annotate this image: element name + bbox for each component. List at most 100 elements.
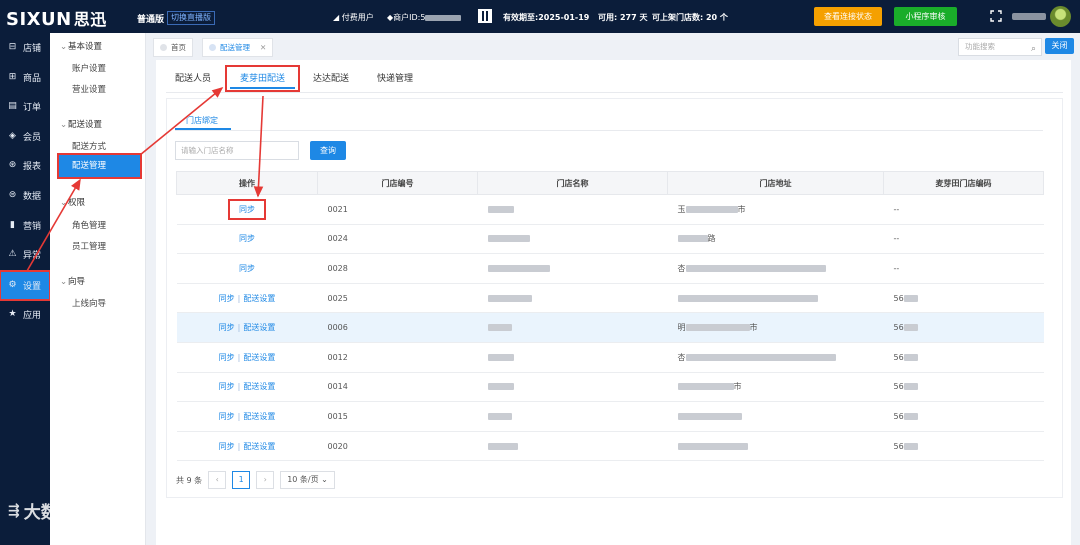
star-icon: ★ (8, 309, 17, 319)
watermark: ⇶ 大数跨境 (8, 502, 92, 524)
subnav-item-business[interactable]: 营业设置 (72, 83, 106, 95)
miniapp-review-button[interactable]: 小程序审核 (894, 7, 957, 26)
subnav-group-permissions[interactable]: ⌄权限 (60, 196, 85, 208)
sync-link[interactable]: 同步 (219, 382, 235, 391)
store-address: 明市 (667, 312, 884, 343)
store-name-input[interactable]: 请输入门店名称 (175, 141, 299, 160)
col-maiyatian-code: 麦芽田门店编码 (883, 171, 1044, 195)
top-bar: SIXUN 思迅 普通版 切换直播版 ◢ 付费用户 ◆商户ID:5 有效期至:20… (0, 0, 1080, 33)
subnav-item-launch-guide[interactable]: 上线向导 (72, 297, 106, 309)
tab-home[interactable]: 首页 (153, 38, 193, 57)
order-icon: ▤ (8, 101, 17, 111)
maiyatian-code: -- (883, 194, 1044, 225)
sync-link[interactable]: 同步 (219, 353, 235, 362)
subnav-group-basic[interactable]: ⌄基本设置 (60, 40, 102, 52)
qrcode-icon[interactable] (478, 9, 492, 23)
sidebar-item-apps[interactable]: ★ 应用 (0, 301, 50, 328)
maiyatian-code: -- (883, 253, 1044, 284)
logo: SIXUN 思迅 (6, 9, 107, 30)
pagination: 共 9 条 ‹ 1 › 10 条/页 ⌄ (176, 471, 335, 489)
page-size-select[interactable]: 10 条/页 ⌄ (280, 471, 335, 489)
tab-express-management[interactable]: 快递管理 (377, 71, 413, 84)
warning-icon: ⚠ (8, 249, 17, 259)
store-address: 路 (667, 224, 884, 255)
chevron-down-icon: ⌄ (60, 198, 68, 208)
store-name (477, 253, 668, 284)
delivery-settings-link[interactable]: 配送设置 (243, 294, 275, 303)
sidebar-item-reports[interactable]: ⊛ 报表 (0, 152, 50, 179)
maiyatian-code: 56 (883, 342, 1044, 373)
function-search-input[interactable]: 功能搜索 ⌕ (958, 38, 1042, 56)
sidebar-item-orders[interactable]: ▤ 订单 (0, 93, 50, 120)
store-quota: 可上架门店数: 20 个 (652, 13, 728, 22)
maiyatian-code: -- (883, 224, 1044, 255)
sync-link[interactable]: 同步 (219, 442, 235, 451)
sidebar-item-store[interactable]: ⊟ 店铺 (0, 34, 50, 61)
subnav-item-staff[interactable]: 员工管理 (72, 240, 106, 252)
chevron-down-icon: ⌄ (60, 277, 68, 287)
subtab-divider (175, 130, 1043, 131)
close-tabs-button[interactable]: 关闭 (1045, 38, 1074, 54)
page-1-button[interactable]: 1 (232, 471, 251, 489)
subnav-item-roles[interactable]: 角色管理 (72, 219, 106, 231)
content-panel: 配送人员 麦芽田配送 达达配送 快递管理 门店绑定 请输入门店名称 查询 操作 … (156, 60, 1071, 545)
subnav-group-guide[interactable]: ⌄向导 (60, 275, 85, 287)
delivery-settings-link[interactable]: 配送设置 (243, 353, 275, 362)
sync-link[interactable]: 同步 (219, 294, 235, 303)
store-code: 0014 (317, 372, 478, 403)
delivery-settings-link[interactable]: 配送设置 (243, 412, 275, 421)
search-icon[interactable]: ⌕ (1031, 41, 1036, 57)
sidebar-item-exceptions[interactable]: ⚠ 异常 (0, 241, 50, 268)
store-name (477, 431, 668, 462)
fullscreen-icon[interactable] (990, 10, 1002, 22)
query-button[interactable]: 查询 (310, 141, 346, 160)
sidebar-item-data[interactable]: ⊜ 数据 (0, 182, 50, 209)
delivery-settings-link[interactable]: 配送设置 (243, 323, 275, 332)
prev-page-button[interactable]: ‹ (208, 471, 227, 489)
tab-divider (166, 92, 1063, 93)
tab-dot-icon (160, 44, 167, 51)
tab-delivery-management[interactable]: 配送管理 ✕ (202, 38, 274, 57)
sync-link[interactable]: 同步 (228, 198, 266, 220)
store-code: 0015 (317, 401, 478, 432)
sidebar-item-members[interactable]: ◈ 会员 (0, 123, 50, 150)
table-row: 同步 | 配送设置 0006 明市 56 (176, 312, 1044, 343)
settings-subnav: ⌄基本设置 账户设置 营业设置 ⌄配送设置 配送方式 配送管理 ⌄权限 角色管理… (50, 33, 146, 545)
subnav-group-delivery[interactable]: ⌄配送设置 (60, 118, 102, 130)
avatar[interactable] (1050, 6, 1071, 27)
store-address (667, 401, 884, 432)
close-icon[interactable]: ✕ (260, 43, 266, 52)
store-code: 0025 (317, 283, 478, 314)
table-row: 同步 | 配送设置 0020 56 (176, 431, 1044, 462)
table-row: 同步 | 配送设置 0015 56 (176, 401, 1044, 432)
maiyatian-code: 56 (883, 372, 1044, 403)
subnav-item-delivery-methods[interactable]: 配送方式 (72, 140, 106, 152)
store-icon: ⊟ (8, 42, 17, 52)
sidebar-item-settings[interactable]: ⚙ 设置 (0, 270, 51, 301)
store-address: 玉市 (667, 194, 884, 225)
view-connection-button[interactable]: 查看连接状态 (814, 7, 882, 26)
sync-link[interactable]: 同步 (219, 412, 235, 421)
table-row: 同步 0028 杏 -- (176, 253, 1044, 284)
sidebar-item-goods[interactable]: ⊞ 商品 (0, 64, 50, 91)
subnav-item-delivery-management[interactable]: 配送管理 (57, 153, 142, 179)
username[interactable] (1012, 13, 1046, 20)
subnav-item-account[interactable]: 账户设置 (72, 62, 106, 74)
subtab-store-binding[interactable]: 门店绑定 (186, 115, 218, 126)
delivery-settings-link[interactable]: 配送设置 (243, 382, 275, 391)
switch-live-link[interactable]: 切换直播版 (167, 11, 215, 25)
delivery-settings-link[interactable]: 配送设置 (243, 442, 275, 451)
sidebar-item-marketing[interactable]: ▮ 营销 (0, 212, 50, 239)
col-operations: 操作 (176, 171, 318, 195)
maiyatian-code: 56 (883, 312, 1044, 343)
member-icon: ◈ (9, 131, 16, 141)
edition-label: 普通版 (137, 15, 165, 25)
tab-dada-delivery[interactable]: 达达配送 (313, 71, 349, 84)
sync-link[interactable]: 同步 (239, 234, 255, 243)
next-page-button[interactable]: › (256, 471, 275, 489)
tab-delivery-staff[interactable]: 配送人员 (175, 71, 211, 84)
merchant-id: ◆商户ID:5 (387, 12, 462, 23)
store-address: 杏 (667, 342, 884, 373)
sync-link[interactable]: 同步 (219, 323, 235, 332)
sync-link[interactable]: 同步 (239, 264, 255, 273)
